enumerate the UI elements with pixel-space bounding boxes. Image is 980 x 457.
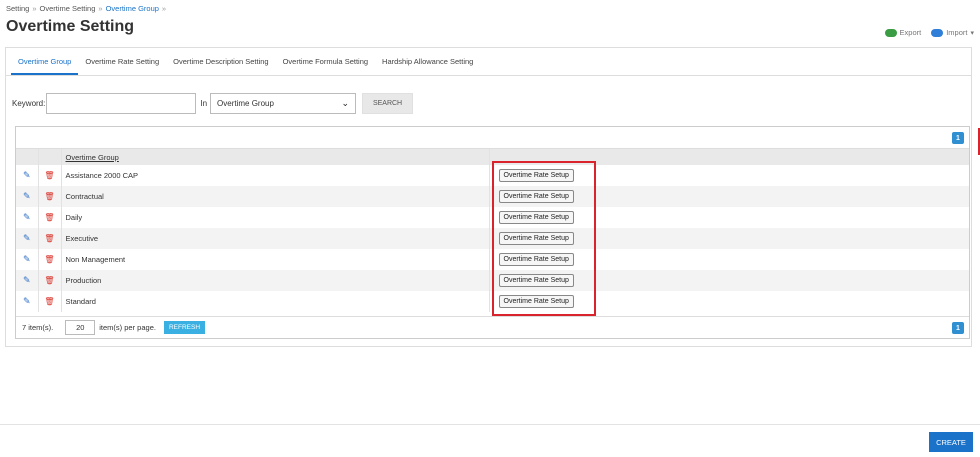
tab-bar: Overtime Group Overtime Rate Setting Ove… [6, 48, 971, 76]
top-actions: Export Import ▾ [884, 28, 974, 37]
keyword-input[interactable] [46, 93, 197, 114]
search-field-select[interactable]: Overtime Group ⌄ [210, 93, 357, 114]
page-title: Overtime Setting [6, 18, 135, 35]
overtime-rate-setup-button[interactable]: Overtime Rate Setup [498, 190, 574, 203]
grid-table: Overtime Group ✎ 🗑 Assistance 2000 CAP Over… [16, 149, 969, 312]
overtime-rate-setup-button[interactable]: Overtime Rate Setup [498, 274, 574, 287]
edit-icon[interactable]: ✎ [23, 296, 31, 306]
main-card: Overtime Group Overtime Rate Setting Ove… [5, 47, 972, 347]
delete-icon[interactable]: 🗑 [44, 297, 54, 306]
search-field-value: Overtime Group [217, 99, 274, 108]
breadcrumb-separator: » [32, 4, 37, 13]
edit-icon[interactable]: ✎ [23, 170, 31, 180]
grid-toolbar: 1 [16, 127, 969, 149]
table-row: ✎ 🗑 Assistance 2000 CAP Overtime Rate Setup [16, 165, 969, 186]
cloud-download-icon [884, 28, 897, 37]
breadcrumb-overtime-setting[interactable]: Overtime Setting [40, 4, 96, 13]
delete-icon[interactable]: 🗑 [44, 255, 54, 264]
table-row: ✎ 🗑 Production Overtime Rate Setup [16, 270, 969, 291]
overtime-group-name: Daily [61, 207, 490, 228]
chevron-down-icon: ⌄ [341, 98, 350, 108]
cloud-upload-icon [931, 28, 944, 37]
caret-down-icon: ▾ [970, 29, 974, 37]
overtime-rate-setup-button[interactable]: Overtime Rate Setup [498, 211, 574, 224]
delete-icon[interactable]: 🗑 [44, 213, 54, 222]
edit-icon[interactable]: ✎ [23, 233, 31, 243]
edit-icon[interactable]: ✎ [23, 275, 31, 285]
overtime-rate-setup-button[interactable]: Overtime Rate Setup [498, 232, 574, 245]
delete-icon[interactable]: 🗑 [44, 276, 54, 285]
overtime-group-name: Executive [61, 228, 490, 249]
breadcrumb: Setting» Overtime Setting» Overtime Group» [6, 4, 169, 13]
import-button[interactable]: Import ▾ [931, 28, 974, 37]
overtime-group-name: Production [61, 270, 490, 291]
page-number-badge[interactable]: 1 [952, 132, 964, 144]
table-row: ✎ 🗑 Executive Overtime Rate Setup [16, 228, 969, 249]
edit-icon[interactable]: ✎ [23, 212, 31, 222]
in-label: In [200, 99, 208, 108]
page-number-badge[interactable]: 1 [952, 322, 964, 334]
item-count: 7 item(s). [22, 323, 54, 332]
overtime-group-name: Non Management [61, 249, 490, 270]
edit-icon[interactable]: ✎ [23, 191, 31, 201]
tab-overtime-group[interactable]: Overtime Group [11, 48, 79, 75]
breadcrumb-separator: » [161, 4, 167, 13]
search-button[interactable]: SEARCH [362, 93, 414, 114]
keyword-label: Keyword: [12, 99, 46, 108]
table-row: ✎ 🗑 Standard Overtime Rate Setup [16, 291, 969, 312]
table-row: ✎ 🗑 Contractual Overtime Rate Setup [16, 186, 969, 207]
breadcrumb-overtime-group[interactable]: Overtime Group [106, 4, 159, 13]
delete-icon[interactable]: 🗑 [44, 234, 54, 243]
refresh-button[interactable]: REFRESH [163, 321, 206, 334]
per-page-input[interactable]: 20 [65, 320, 96, 335]
breadcrumb-setting[interactable]: Setting [6, 4, 29, 13]
tab-overtime-rate-setting[interactable]: Overtime Rate Setting [78, 48, 166, 75]
export-label: Export [899, 28, 922, 37]
bottom-bar: CREATE [0, 424, 980, 457]
overtime-rate-setup-button[interactable]: Overtime Rate Setup [498, 253, 574, 266]
import-label: Import [946, 28, 968, 37]
tab-hardship-allowance-setting[interactable]: Hardship Allowance Setting [375, 48, 480, 75]
create-button[interactable]: CREATE [929, 432, 973, 452]
breadcrumb-separator: » [98, 4, 103, 13]
overtime-rate-setup-button[interactable]: Overtime Rate Setup [498, 169, 574, 182]
table-row: ✎ 🗑 Non Management Overtime Rate Setup [16, 249, 969, 270]
overtime-group-name: Standard [61, 291, 490, 312]
grid-footer: 7 item(s). 20 item(s) per page. REFRESH … [16, 316, 969, 338]
table-row: ✎ 🗑 Daily Overtime Rate Setup [16, 207, 969, 228]
per-page-label: item(s) per page. [99, 323, 156, 332]
overtime-group-name: Assistance 2000 CAP [61, 165, 490, 186]
export-button[interactable]: Export [884, 28, 922, 37]
edit-icon[interactable]: ✎ [23, 254, 31, 264]
delete-icon[interactable]: 🗑 [44, 171, 54, 180]
tab-overtime-formula-setting[interactable]: Overtime Formula Setting [276, 48, 375, 75]
column-header-overtime-group[interactable]: Overtime Group [61, 149, 490, 165]
data-grid: 1 Overtime Group ✎ 🗑 Assistance 2000 CAP Ov… [15, 126, 970, 339]
tab-overtime-description-setting[interactable]: Overtime Description Setting [166, 48, 275, 75]
delete-icon[interactable]: 🗑 [44, 192, 54, 201]
overtime-rate-setup-button[interactable]: Overtime Rate Setup [498, 295, 574, 308]
overtime-group-name: Contractual [61, 186, 490, 207]
search-row: Keyword: In Overtime Group ⌄ SEARCH [12, 93, 414, 114]
